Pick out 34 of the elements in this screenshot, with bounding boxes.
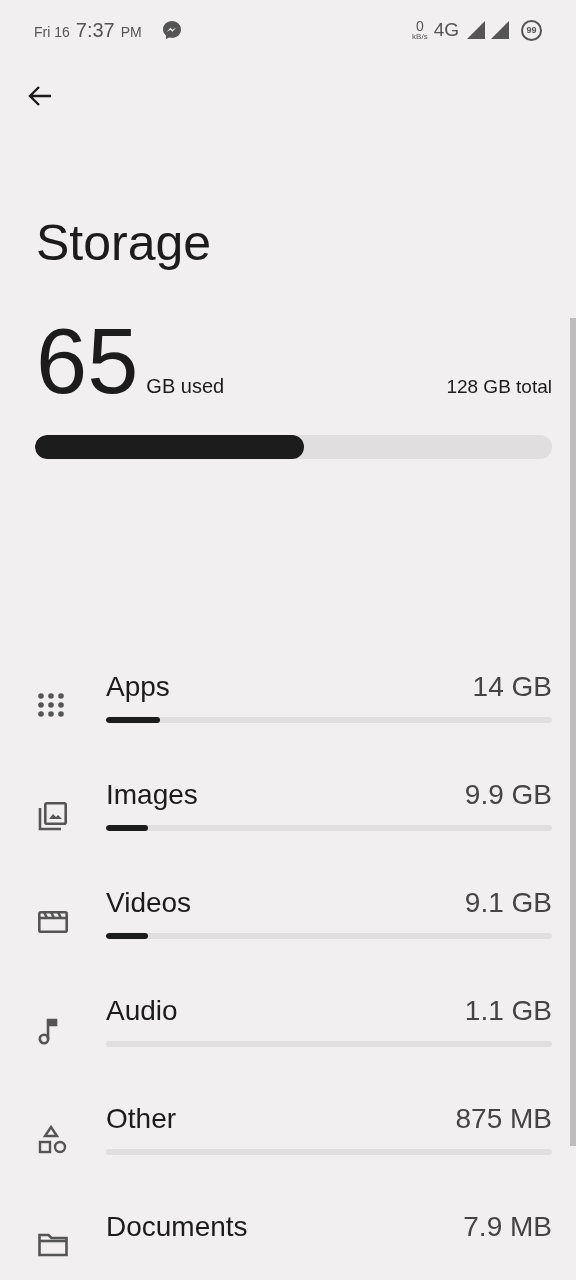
category-label[interactable]: Videos [106,887,192,919]
status-time: 7:37 [75,18,115,42]
used-unit: GB used [146,375,225,398]
status-date: Fri 16 [34,23,70,40]
messenger-icon [161,20,182,40]
folder-icon [38,1233,68,1257]
category-size: 9.9 GB [464,779,552,811]
category-label[interactable]: Other [106,1103,177,1135]
battery-indicator: 99 [521,19,542,41]
category-label[interactable]: Documents [106,1211,248,1243]
category-size: 875 MB [455,1103,552,1135]
category-size: 7.9 MB [463,1211,552,1243]
category-label[interactable]: Audio [106,995,178,1027]
category-size: 1.1 GB [464,995,552,1027]
back-button[interactable] [27,84,53,108]
status-meridiem: PM [120,23,142,40]
signal-icon [467,21,485,39]
category-size: 14 GB [472,671,552,703]
category-label[interactable]: Apps [106,671,170,703]
total-capacity: 128 GB total [446,376,552,398]
music-note-icon [38,1017,58,1045]
used-amount: 65 [36,315,139,407]
category-label[interactable]: Images [106,779,198,811]
signal-icon [491,21,509,39]
data-speed: 0 [415,19,424,33]
data-speed-unit: kB/s [412,33,428,41]
clapperboard-icon [38,909,68,933]
photo-library-icon [38,801,68,831]
network-type: 4G [433,19,459,41]
category-size: 9.1 GB [464,887,552,919]
shapes-icon [38,1125,68,1155]
back-arrow-icon [27,84,53,108]
grid-icon [38,693,64,717]
page-title: Storage [36,216,213,271]
